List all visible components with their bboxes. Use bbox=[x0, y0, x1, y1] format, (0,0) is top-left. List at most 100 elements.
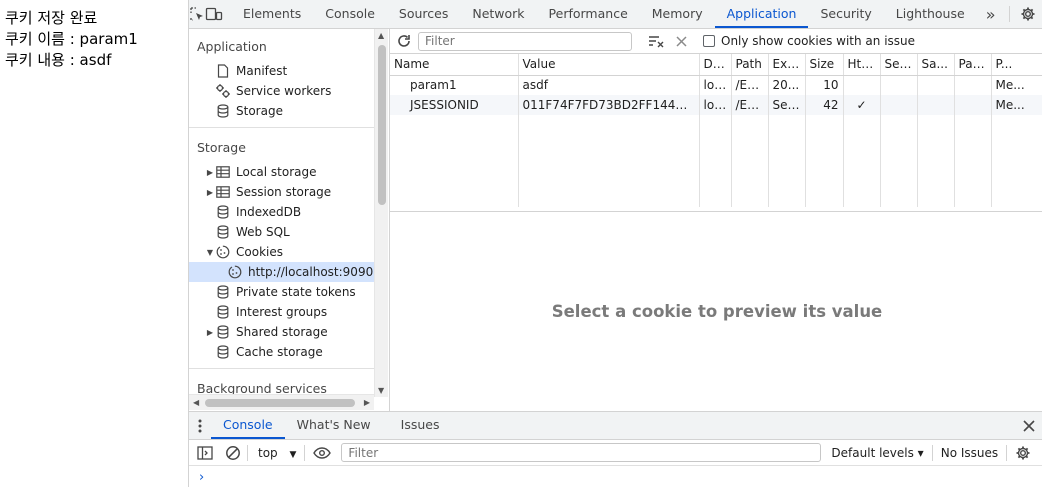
inspect-element-icon[interactable] bbox=[189, 0, 205, 28]
sidebar-horizontal-scrollbar[interactable]: ◀ ▶ bbox=[189, 394, 374, 410]
sidebar-item-storage-overview[interactable]: Storage bbox=[189, 101, 374, 121]
column-header-secure[interactable]: Sec... bbox=[880, 54, 918, 76]
context-selector[interactable]: top ▼ bbox=[258, 446, 296, 460]
more-tabs-icon[interactable]: » bbox=[977, 0, 1005, 28]
cell-priority: Me... bbox=[991, 75, 1042, 95]
cell-expires: 20... bbox=[768, 75, 806, 95]
column-header-partition-key[interactable]: Par... bbox=[954, 54, 992, 76]
sidebar-item-shared-storage[interactable]: ▶ Shared storage bbox=[189, 322, 374, 342]
sidebar-item-local-storage[interactable]: ▶ Local storage bbox=[189, 162, 374, 182]
tab-memory[interactable]: Memory bbox=[640, 0, 715, 28]
column-header-path[interactable]: Path bbox=[731, 54, 769, 76]
scroll-down-arrow-icon[interactable]: ▼ bbox=[378, 386, 384, 395]
sidebar-item-service-workers[interactable]: Service workers bbox=[189, 81, 374, 101]
database-icon bbox=[215, 204, 231, 220]
drawer-menu-icon[interactable] bbox=[189, 412, 211, 439]
scroll-right-arrow-icon[interactable]: ▶ bbox=[364, 398, 370, 407]
log-levels-dropdown[interactable]: Default levels ▾ bbox=[831, 446, 923, 460]
database-icon bbox=[215, 304, 231, 320]
tab-elements[interactable]: Elements bbox=[231, 0, 313, 28]
toolbar-separator bbox=[247, 444, 248, 461]
settings-gear-icon[interactable] bbox=[1014, 0, 1042, 28]
toolbar-separator bbox=[1006, 444, 1008, 461]
table-row[interactable]: JSESSIONID 011F74F7FD73BD2FF1449FE7... l… bbox=[390, 95, 1042, 115]
scroll-up-arrow-icon[interactable]: ▲ bbox=[378, 31, 384, 40]
sidebar-item-cache-storage[interactable]: Cache storage bbox=[189, 342, 374, 362]
page-content: 쿠키 저장 완료 쿠키 이름 : param1 쿠키 내용 : asdf bbox=[0, 0, 188, 487]
issues-counter[interactable]: No Issues bbox=[941, 446, 998, 460]
cell-expires: Ses... bbox=[768, 95, 806, 115]
sidebar-item-label: Cookies bbox=[236, 245, 283, 259]
sidebar-item-cookie-origin[interactable]: http://localhost:9090 bbox=[189, 262, 374, 282]
checkbox-box[interactable] bbox=[703, 35, 715, 47]
device-toolbar-icon[interactable] bbox=[205, 0, 223, 28]
drawer-tab-whats-new[interactable]: What's New bbox=[285, 412, 383, 439]
prompt-chevron-icon: › bbox=[199, 469, 205, 485]
sidebar-vertical-scrollbar[interactable]: ▲ ▼ bbox=[374, 29, 388, 397]
sidebar-item-web-sql[interactable]: Web SQL bbox=[189, 222, 374, 242]
expand-arrow-icon[interactable]: ▶ bbox=[205, 328, 215, 337]
scroll-left-arrow-icon[interactable]: ◀ bbox=[193, 398, 199, 407]
sidebar-item-session-storage[interactable]: ▶ Session storage bbox=[189, 182, 374, 202]
column-header-expires[interactable]: Exp... bbox=[768, 54, 806, 76]
column-header-name[interactable]: Name bbox=[390, 54, 519, 76]
tab-application[interactable]: Application bbox=[714, 0, 809, 28]
console-drawer: Console What's New Issues top ▼ Filter D… bbox=[189, 411, 1042, 487]
cookie-icon bbox=[215, 244, 231, 260]
toolbar-separator bbox=[304, 444, 306, 461]
sidebar-item-label: Service workers bbox=[236, 84, 332, 98]
cell-domain: loc... bbox=[699, 75, 732, 95]
only-issues-checkbox[interactable]: Only show cookies with an issue bbox=[703, 34, 915, 48]
tab-console[interactable]: Console bbox=[313, 0, 387, 28]
sidebar-divider bbox=[189, 368, 374, 369]
cell-domain: loc... bbox=[699, 95, 732, 115]
tab-network[interactable]: Network bbox=[460, 0, 536, 28]
console-settings-gear-icon[interactable] bbox=[1015, 445, 1031, 461]
sidebar-item-indexeddb[interactable]: IndexedDB bbox=[189, 202, 374, 222]
column-header-value[interactable]: Value bbox=[518, 54, 700, 76]
sidebar-item-cookies[interactable]: ▼ Cookies bbox=[189, 242, 374, 262]
delete-selected-icon[interactable] bbox=[676, 35, 687, 47]
sidebar-item-label: IndexedDB bbox=[236, 205, 302, 219]
live-expression-eye-icon[interactable] bbox=[313, 446, 332, 459]
column-header-size[interactable]: Size bbox=[805, 54, 844, 76]
expand-arrow-icon[interactable]: ▶ bbox=[205, 168, 215, 177]
cookie-icon bbox=[227, 264, 243, 280]
console-prompt[interactable]: › bbox=[189, 466, 1042, 487]
table-row[interactable]: param1 asdf loc... /Ex... 20... 10 Me... bbox=[390, 75, 1042, 95]
refresh-icon[interactable] bbox=[396, 33, 412, 49]
scrollbar-thumb[interactable] bbox=[205, 399, 355, 407]
sidebar-item-label: Storage bbox=[236, 104, 283, 118]
tab-sources[interactable]: Sources bbox=[387, 0, 460, 28]
drawer-tab-issues[interactable]: Issues bbox=[389, 412, 452, 439]
drawer-tab-console[interactable]: Console bbox=[211, 412, 285, 439]
sidebar-toggle-icon[interactable] bbox=[197, 445, 213, 460]
sidebar-item-private-state-tokens[interactable]: Private state tokens bbox=[189, 282, 374, 302]
tab-performance[interactable]: Performance bbox=[537, 0, 640, 28]
sidebar-item-label: Web SQL bbox=[236, 225, 290, 239]
column-header-priority[interactable]: P... bbox=[991, 54, 1042, 76]
clear-console-icon[interactable] bbox=[225, 445, 241, 461]
database-icon bbox=[215, 103, 231, 119]
database-icon bbox=[215, 284, 231, 300]
column-header-samesite[interactable]: Sa... bbox=[917, 54, 955, 76]
cell-priority: Me... bbox=[991, 95, 1042, 115]
database-icon bbox=[215, 224, 231, 240]
scrollbar-thumb[interactable] bbox=[378, 45, 386, 205]
drawer-tabbar: Console What's New Issues bbox=[189, 412, 1042, 440]
cookie-preview-pane: Select a cookie to preview its value bbox=[390, 211, 1042, 411]
sidebar-item-interest-groups[interactable]: Interest groups bbox=[189, 302, 374, 322]
console-filter-input[interactable] bbox=[341, 443, 822, 462]
expand-arrow-icon[interactable]: ▶ bbox=[205, 188, 215, 197]
sidebar-item-manifest[interactable]: Manifest bbox=[189, 61, 374, 81]
cookie-filter-input[interactable] bbox=[418, 31, 632, 51]
clear-filtered-cookies-icon[interactable] bbox=[648, 34, 664, 48]
column-header-httponly[interactable]: Htt... bbox=[843, 54, 881, 76]
cell-size: 10 bbox=[805, 75, 844, 95]
sidebar-item-label: Private state tokens bbox=[236, 285, 356, 299]
tab-lighthouse[interactable]: Lighthouse bbox=[884, 0, 977, 28]
collapse-arrow-icon[interactable]: ▼ bbox=[205, 248, 215, 257]
tab-security[interactable]: Security bbox=[808, 0, 883, 28]
close-drawer-icon[interactable] bbox=[1015, 412, 1042, 439]
column-header-domain[interactable]: Do... bbox=[699, 54, 732, 76]
